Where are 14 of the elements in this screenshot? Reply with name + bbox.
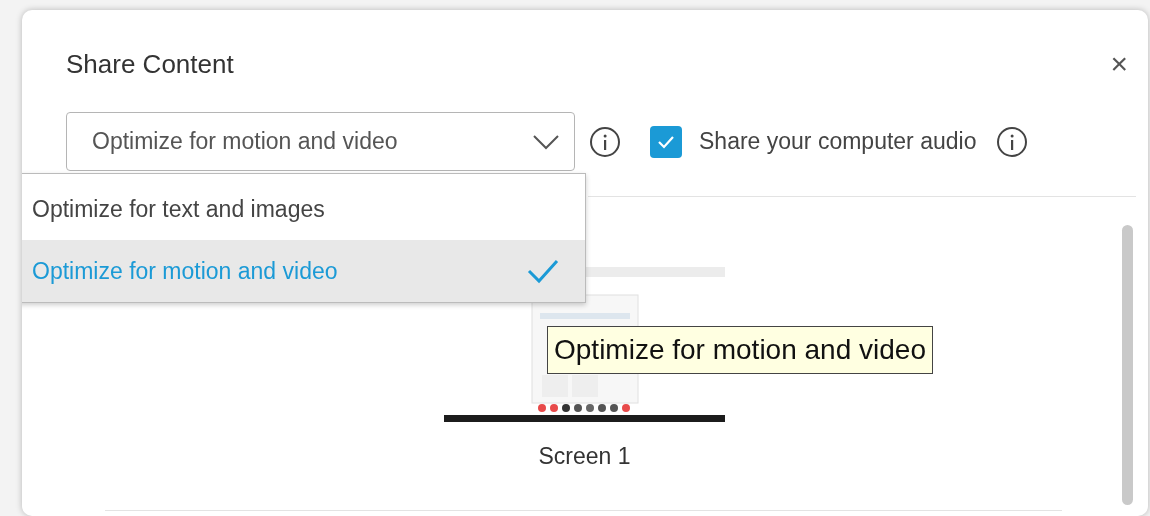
info-icon[interactable]: [995, 124, 1030, 159]
checkmark-icon: [527, 258, 559, 284]
close-button[interactable]: ×: [1106, 49, 1132, 79]
share-audio-checkbox[interactable]: [650, 125, 682, 158]
info-icon[interactable]: [588, 124, 622, 159]
scrollbar[interactable]: [1122, 225, 1133, 505]
screen-label: Screen 1: [538, 442, 631, 471]
dropdown-option[interactable]: Optimize for text and images: [22, 178, 585, 240]
checkmark-icon: [657, 134, 675, 149]
tooltip: Optimize for motion and video: [547, 326, 933, 374]
dialog-title: Share Content: [66, 47, 234, 81]
share-audio-label: Share your computer audio: [699, 127, 977, 157]
chevron-down-icon: [532, 133, 560, 150]
optimize-dropdown[interactable]: Optimize for motion and video: [66, 112, 575, 171]
